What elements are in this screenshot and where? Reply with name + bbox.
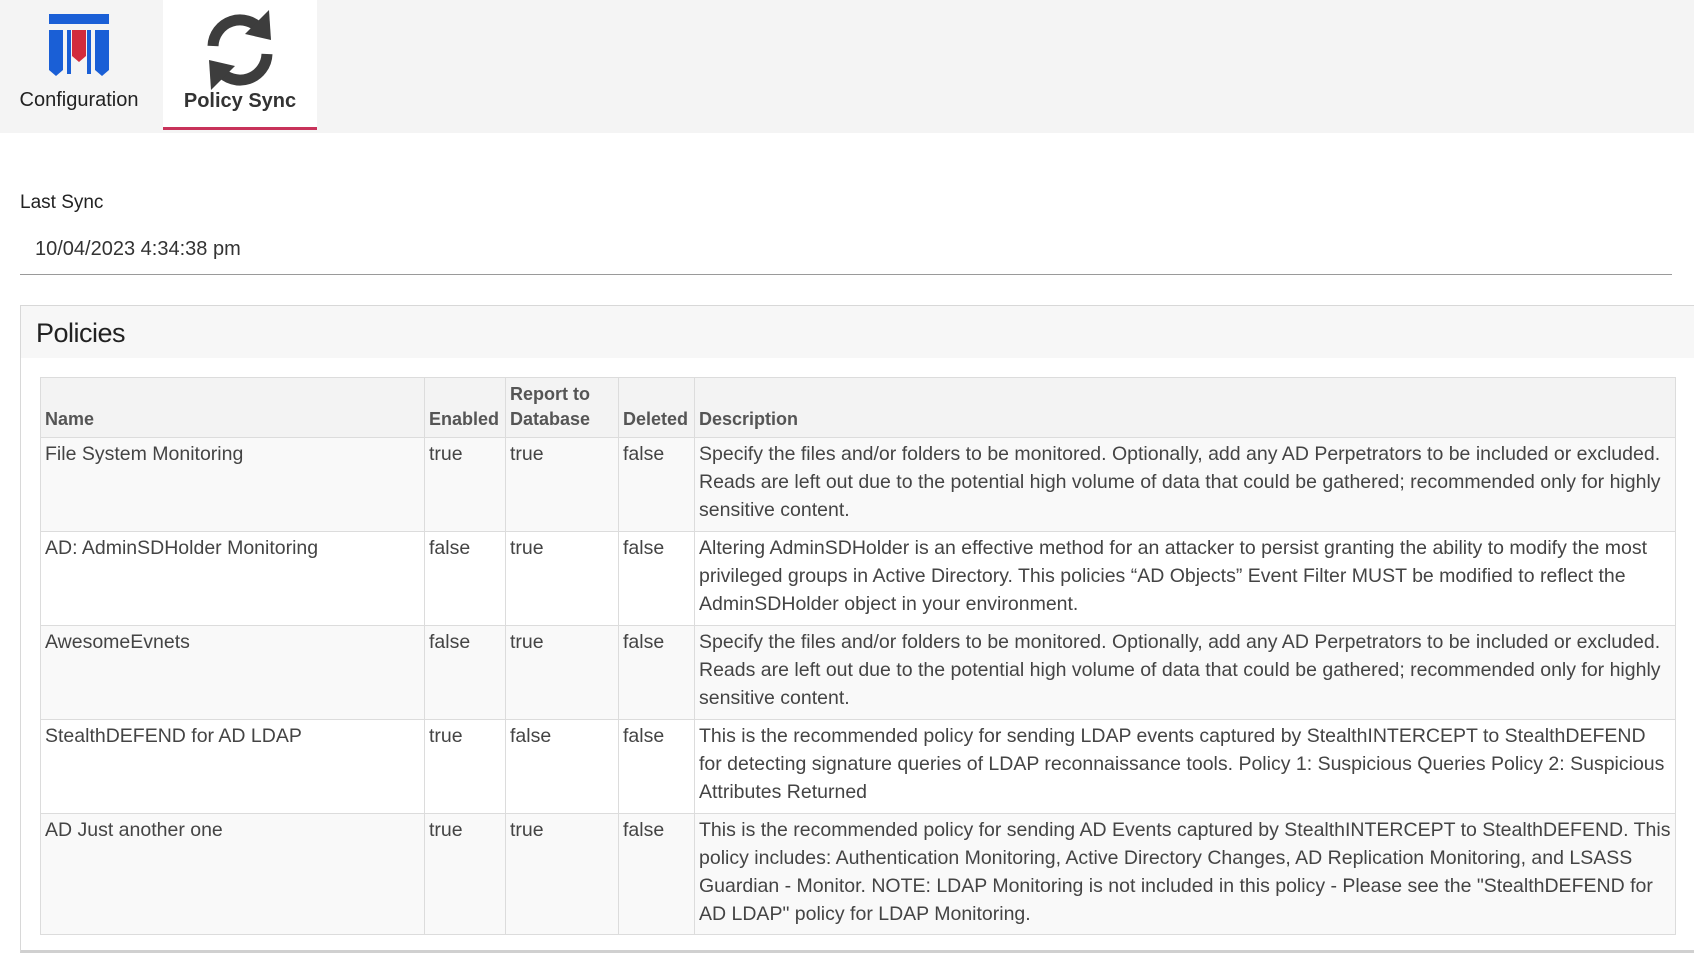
divider [20, 274, 1672, 275]
policy-name: File System Monitoring [40, 437, 425, 532]
tab-policy-sync-label: Policy Sync [183, 90, 297, 112]
policy-report-to-database: false [505, 719, 619, 814]
table-header-row: Name Enabled Report to Database Deleted … [40, 377, 1676, 438]
last-sync-value: 10/04/2023 4:34:38 pm [35, 238, 241, 260]
policy-description: Specify the files and/or folders to be m… [694, 625, 1676, 720]
policy-name: StealthDEFEND for AD LDAP [40, 719, 425, 814]
tab-configuration-label: Configuration [19, 89, 139, 111]
policy-name: AwesomeEvnets [40, 625, 425, 720]
policies-title: Policies [36, 318, 126, 348]
tab-policy-sync[interactable]: Policy Sync [163, 0, 317, 130]
policy-name: AD Just another one [40, 813, 425, 935]
policy-description: Altering AdminSDHolder is an effective m… [694, 531, 1676, 626]
table-row[interactable]: AD: AdminSDHolder Monitoring false true … [40, 531, 1676, 626]
table-row[interactable]: StealthDEFEND for AD LDAP true false fal… [40, 719, 1676, 814]
policies-panel-header: Policies [21, 306, 1694, 358]
policy-report-to-database: true [505, 813, 619, 935]
last-sync-label: Last Sync [20, 192, 104, 213]
policy-enabled: false [424, 625, 506, 720]
table-row[interactable]: File System Monitoring true true false S… [40, 437, 1676, 532]
table-row[interactable]: AwesomeEvnets false true false Specify t… [40, 625, 1676, 720]
policy-deleted: false [618, 437, 695, 532]
sync-icon [207, 10, 273, 90]
policy-deleted: false [618, 813, 695, 935]
policy-report-to-database: true [505, 437, 619, 532]
policy-deleted: false [618, 625, 695, 720]
column-header-deleted[interactable]: Deleted [618, 377, 695, 438]
shield-logo-icon [49, 14, 109, 76]
column-header-enabled[interactable]: Enabled [424, 377, 506, 438]
column-header-description[interactable]: Description [694, 377, 1676, 438]
policy-enabled: false [424, 531, 506, 626]
policy-enabled: true [424, 437, 506, 532]
policies-table: Name Enabled Report to Database Deleted … [40, 377, 1676, 935]
policy-enabled: true [424, 813, 506, 935]
top-toolbar: Configuration Policy Sync [0, 0, 1694, 133]
policy-description: Specify the files and/or folders to be m… [694, 437, 1676, 532]
policy-deleted: false [618, 531, 695, 626]
tab-configuration[interactable]: Configuration [0, 0, 158, 127]
policies-panel: Policies Name Enabled Report to Database… [20, 305, 1694, 953]
table-row[interactable]: AD Just another one true true false This… [40, 813, 1676, 935]
policy-name: AD: AdminSDHolder Monitoring [40, 531, 425, 626]
policy-description: This is the recommended policy for sendi… [694, 719, 1676, 814]
policy-report-to-database: true [505, 531, 619, 626]
column-header-name[interactable]: Name [40, 377, 425, 438]
policy-enabled: true [424, 719, 506, 814]
policy-description: This is the recommended policy for sendi… [694, 813, 1676, 935]
policy-report-to-database: true [505, 625, 619, 720]
policy-deleted: false [618, 719, 695, 814]
column-header-report-to-database[interactable]: Report to Database [505, 377, 619, 438]
